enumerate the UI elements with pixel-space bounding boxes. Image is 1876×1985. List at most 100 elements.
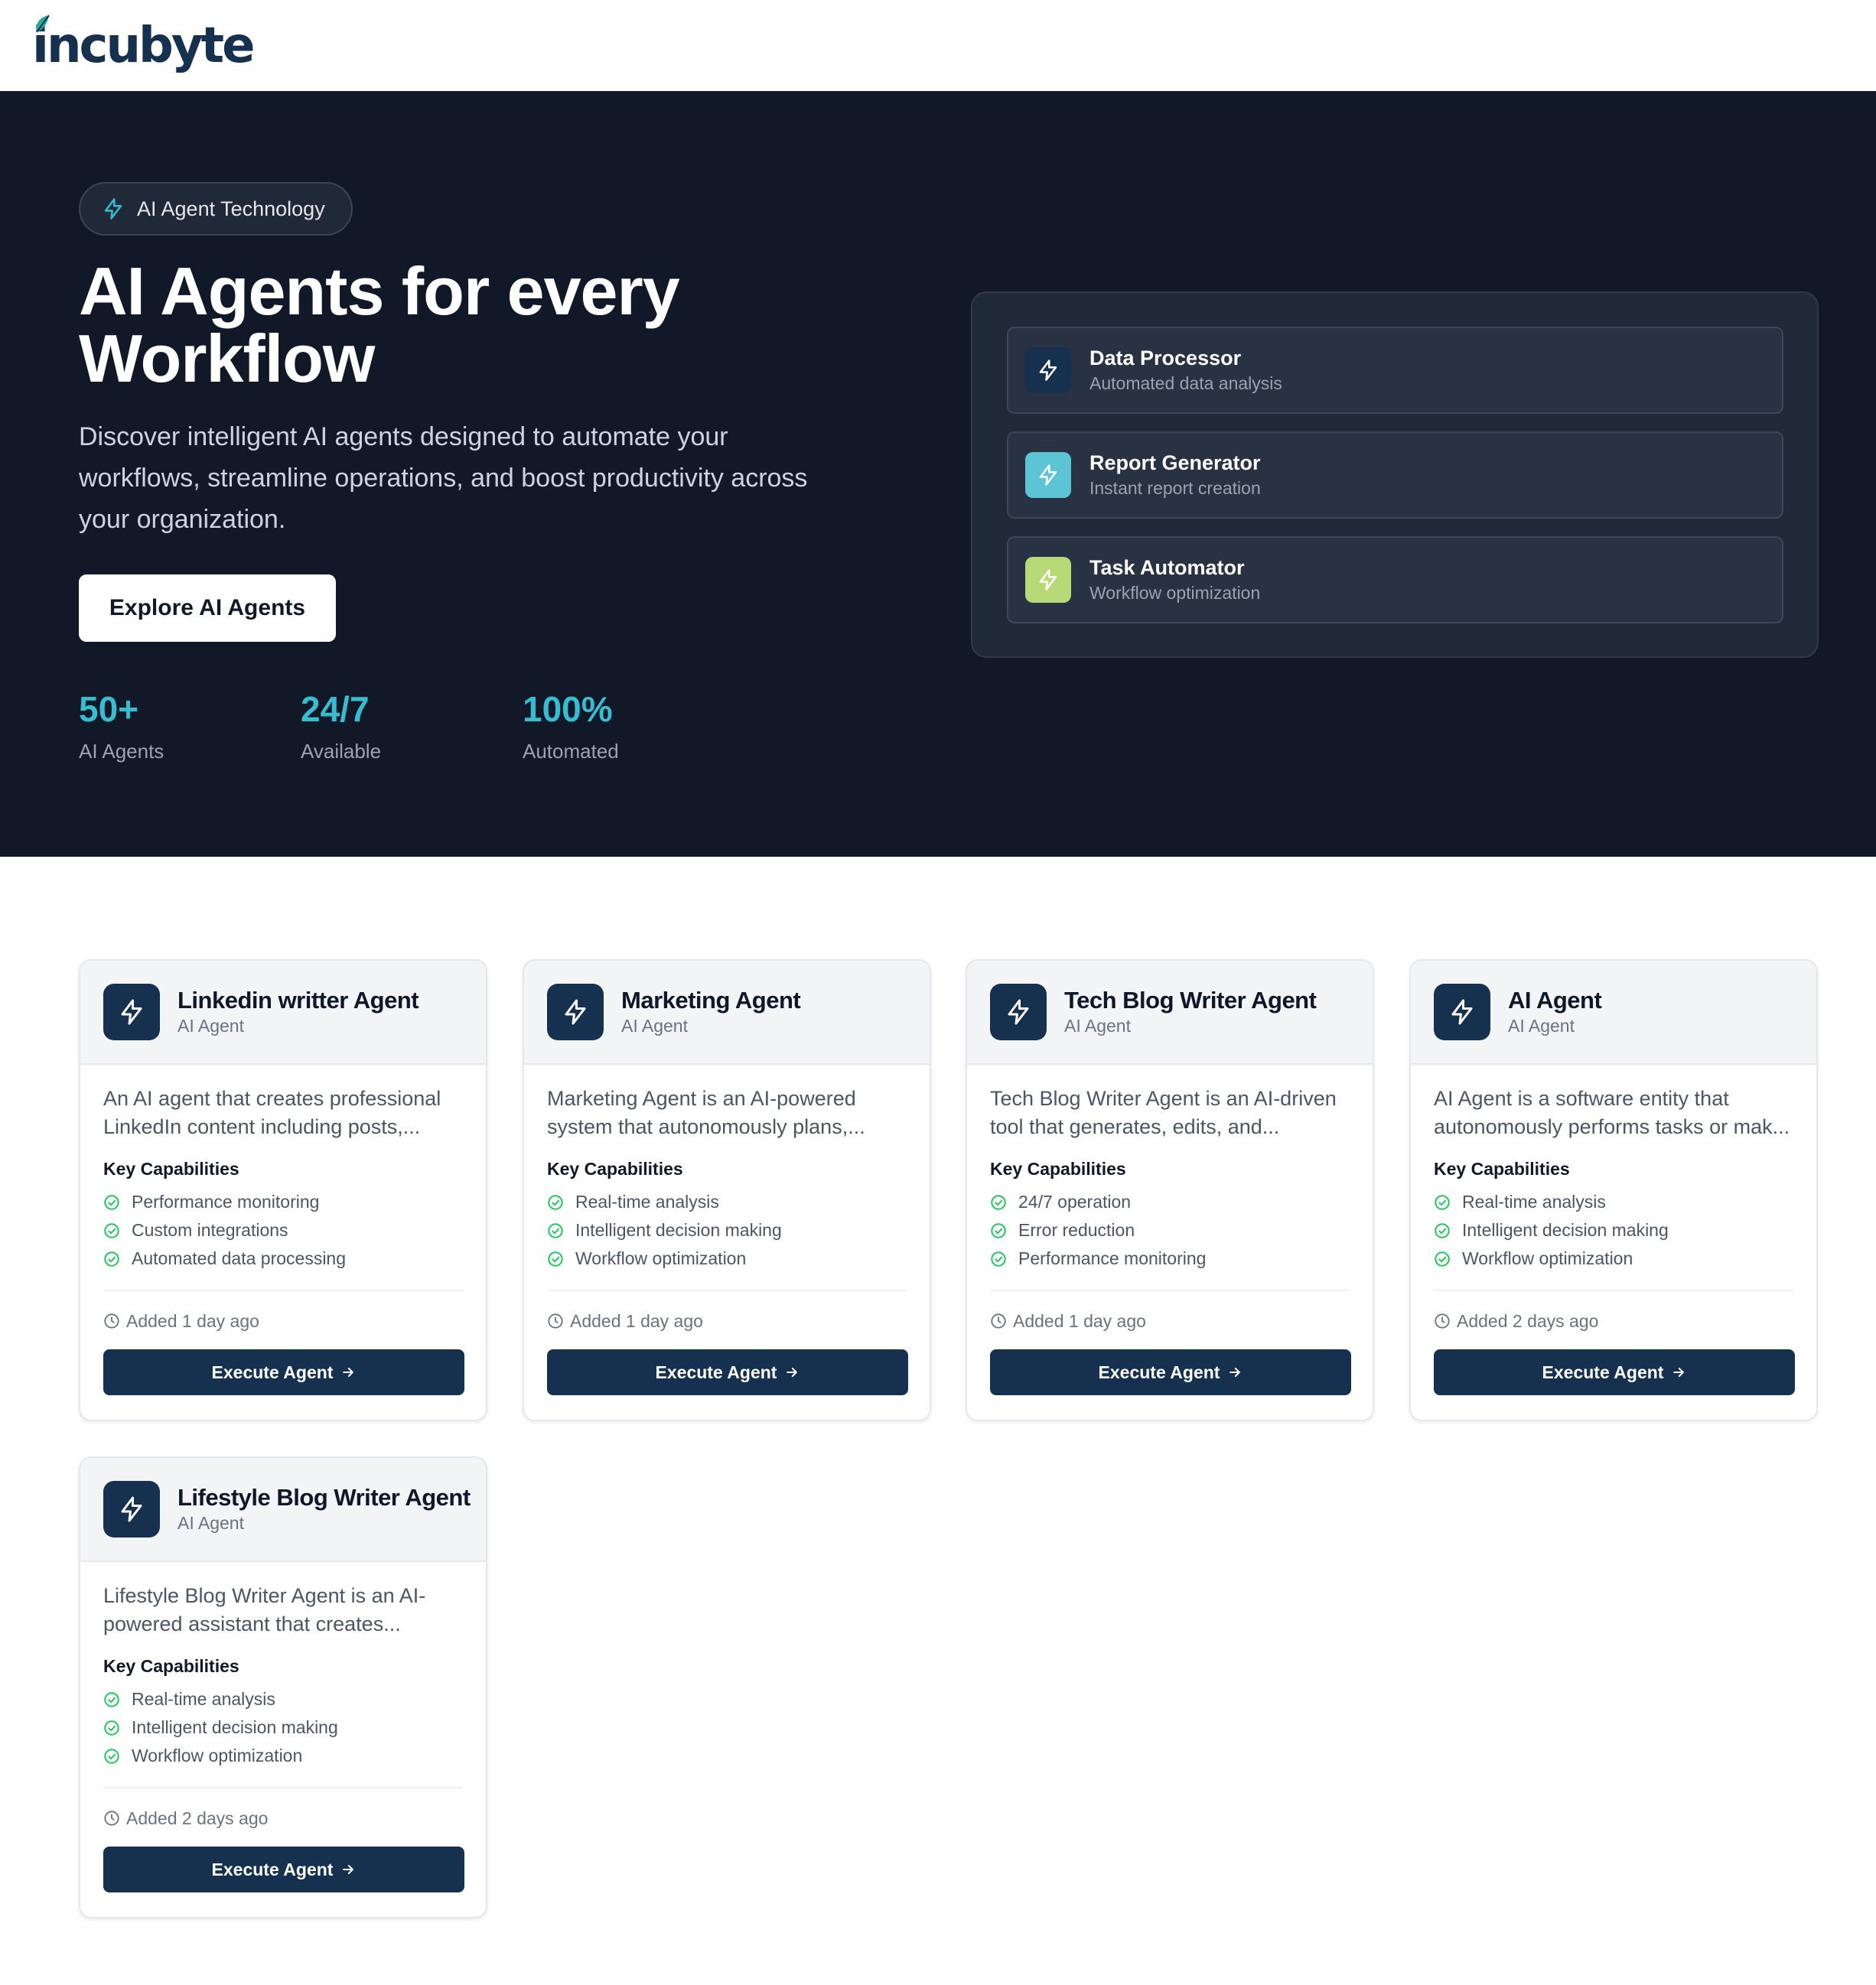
card-header: AI Agent AI Agent [1411, 961, 1816, 1065]
agent-card: Linkedin writter Agent AI Agent An AI ag… [79, 959, 487, 1421]
bolt-icon [547, 984, 604, 1040]
agent-description: AI Agent is a software entity that auton… [1434, 1087, 1790, 1138]
capability-label: Intelligent decision making [132, 1717, 338, 1737]
clock-icon [547, 1313, 564, 1329]
capability-item: Intelligent decision making [547, 1216, 907, 1245]
agent-type: AI Agent [178, 1513, 244, 1533]
check-circle-icon [990, 1251, 1007, 1267]
execute-label: Execute Agent [211, 1362, 334, 1382]
added-date: Added 1 day ago [547, 1310, 907, 1333]
check-circle-icon [103, 1748, 120, 1765]
clock-icon [1434, 1313, 1451, 1329]
check-circle-icon [990, 1222, 1007, 1239]
stat-automation: 100% Automated [523, 688, 619, 763]
capability-list: Real-time analysis Intelligent decision … [103, 1685, 463, 1770]
preview-subtitle: Instant report creation [1089, 478, 1261, 498]
agent-description: An AI agent that creates professional Li… [103, 1087, 441, 1138]
card-header: Marketing Agent AI Agent [524, 961, 930, 1065]
clock-icon [990, 1313, 1007, 1329]
stat-label: Available [301, 740, 382, 763]
agent-description: Lifestyle Blog Writer Agent is an AI-pow… [103, 1584, 426, 1635]
stat-value: 24/7 [301, 689, 370, 729]
preview-item-task-automator: Task Automator Workflow optimization [1007, 536, 1783, 623]
check-circle-icon [103, 1691, 120, 1708]
capability-item: Intelligent decision making [103, 1713, 463, 1742]
preview-subtitle: Workflow optimization [1089, 583, 1261, 603]
added-label: Added 2 days ago [1457, 1310, 1599, 1331]
top-header: incubyte [0, 0, 1876, 91]
arrow-right-icon [340, 1365, 356, 1380]
card-divider [103, 1290, 463, 1291]
execute-agent-button[interactable]: Execute Agent [1434, 1349, 1795, 1395]
capability-list: Real-time analysis Intelligent decision … [547, 1188, 907, 1273]
technology-badge: AI Agent Technology [79, 182, 353, 236]
check-circle-icon [1434, 1194, 1451, 1211]
preview-item-data-processor: Data Processor Automated data analysis [1007, 327, 1783, 414]
execute-agent-button[interactable]: Execute Agent [103, 1349, 464, 1395]
capability-list: 24/7 operation Error reduction Performan… [990, 1188, 1350, 1273]
hero-title: AI Agents for every Workflow [79, 253, 680, 396]
execute-label: Execute Agent [655, 1362, 777, 1382]
check-circle-icon [547, 1194, 564, 1211]
capability-list: Performance monitoring Custom integratio… [103, 1188, 463, 1273]
execute-label: Execute Agent [1542, 1362, 1664, 1382]
arrow-right-icon [1671, 1365, 1686, 1380]
execute-agent-button[interactable]: Execute Agent [990, 1349, 1351, 1395]
capability-label: Workflow optimization [1462, 1248, 1633, 1268]
card-header: Lifestyle Blog Writer Agent AI Agent [80, 1458, 486, 1562]
capability-label: Intelligent decision making [1462, 1220, 1669, 1240]
capabilities-heading: Key Capabilities [1434, 1159, 1570, 1179]
bolt-icon [990, 984, 1047, 1040]
agent-card: AI Agent AI Agent AI Agent is a software… [1409, 959, 1818, 1421]
agent-type: AI Agent [1064, 1016, 1131, 1036]
capability-item: Performance monitoring [990, 1245, 1350, 1273]
capability-item: Workflow optimization [547, 1245, 907, 1273]
check-circle-icon [990, 1194, 1007, 1211]
execute-agent-button[interactable]: Execute Agent [103, 1847, 464, 1892]
stat-label: AI Agents [79, 740, 164, 763]
agent-type: AI Agent [178, 1016, 244, 1036]
card-divider [547, 1290, 907, 1291]
stat-value: 100% [523, 689, 613, 729]
added-label: Added 1 day ago [1013, 1310, 1146, 1331]
bolt-icon [1025, 557, 1071, 603]
brand-logo[interactable]: incubyte [32, 14, 256, 70]
capabilities-heading: Key Capabilities [990, 1159, 1126, 1179]
added-date: Added 2 days ago [1434, 1310, 1793, 1333]
card-header: Tech Blog Writer Agent AI Agent [967, 961, 1373, 1065]
agent-card: Marketing Agent AI Agent Marketing Agent… [523, 959, 931, 1421]
card-divider [1434, 1290, 1793, 1291]
stat-label: Automated [523, 740, 619, 763]
preview-title: Report Generator [1089, 451, 1261, 474]
arrow-right-icon [340, 1862, 356, 1877]
agent-name: Marketing Agent [621, 987, 801, 1014]
added-label: Added 1 day ago [126, 1310, 259, 1331]
brand-name: incubyte [32, 17, 256, 74]
preview-item-report-generator: Report Generator Instant report creation [1007, 431, 1783, 519]
bolt-icon [103, 1481, 160, 1538]
execute-label: Execute Agent [1098, 1362, 1220, 1382]
capability-label: 24/7 operation [1018, 1192, 1132, 1212]
check-circle-icon [547, 1251, 564, 1267]
capability-item: Custom integrations [103, 1216, 463, 1245]
execute-agent-button[interactable]: Execute Agent [547, 1349, 908, 1395]
agent-card: Lifestyle Blog Writer Agent AI Agent Lif… [79, 1456, 487, 1918]
check-circle-icon [103, 1194, 120, 1211]
capability-item: Real-time analysis [103, 1685, 463, 1713]
capability-item: 24/7 operation [990, 1188, 1350, 1216]
badge-label: AI Agent Technology [137, 197, 325, 220]
capability-item: Real-time analysis [547, 1188, 907, 1216]
preview-title: Data Processor [1089, 347, 1242, 369]
hero-section: AI Agent Technology AI Agents for every … [0, 91, 1876, 857]
capability-label: Performance monitoring [1018, 1248, 1207, 1268]
card-divider [990, 1290, 1350, 1291]
agent-card: Tech Blog Writer Agent AI Agent Tech Blo… [966, 959, 1374, 1421]
capability-item: Real-time analysis [1434, 1188, 1793, 1216]
agent-preview-panel: Data Processor Automated data analysis R… [971, 291, 1819, 658]
stat-value: 50+ [79, 689, 139, 729]
explore-agents-button[interactable]: Explore AI Agents [79, 574, 336, 642]
capability-label: Real-time analysis [132, 1689, 275, 1709]
added-label: Added 2 days ago [126, 1808, 269, 1828]
check-circle-icon [103, 1251, 120, 1267]
capability-item: Performance monitoring [103, 1188, 463, 1216]
